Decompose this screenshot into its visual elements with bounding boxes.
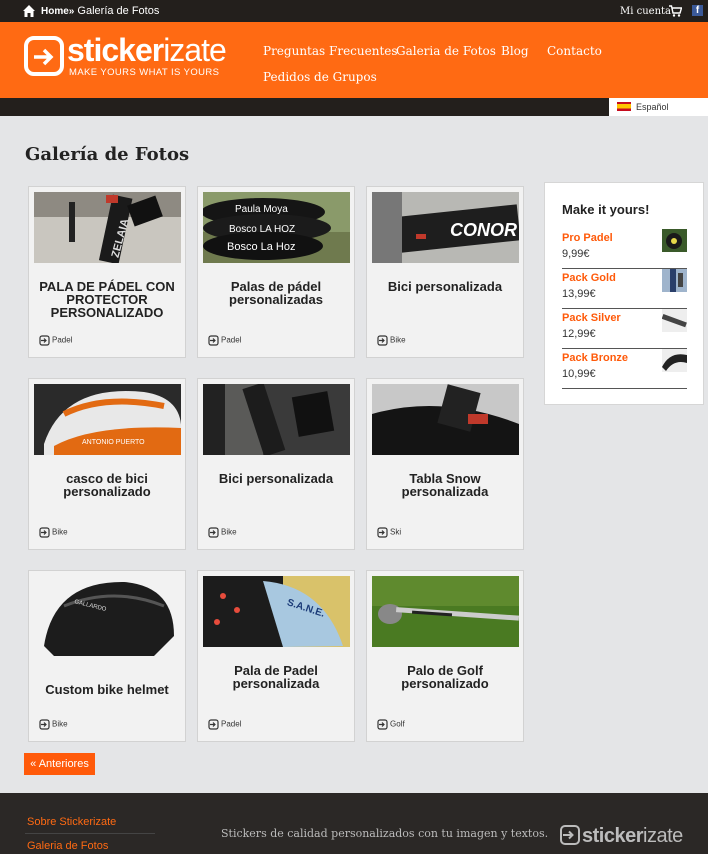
gallery-thumbnail[interactable]: ZELAIA: [34, 192, 181, 263]
cart-icon[interactable]: [669, 5, 682, 17]
gallery-card[interactable]: Paula Moya Bosco LA HOZ Bosco La Hoz Pal…: [197, 186, 355, 358]
gallery-thumbnail[interactable]: Paula Moya Bosco LA HOZ Bosco La Hoz: [203, 192, 350, 263]
nav-galeria-de-fotos[interactable]: Galeria de Fotos: [396, 44, 496, 58]
thumb-text: Bosco LA HOZ: [229, 224, 295, 235]
gallery-card-title[interactable]: casco de bici personalizado: [33, 472, 181, 498]
category-icon: [39, 719, 50, 730]
product-name[interactable]: Pack Bronze: [562, 352, 628, 364]
gallery-card-category[interactable]: Bike: [39, 527, 68, 538]
product-name[interactable]: Pack Silver: [562, 312, 621, 324]
gallery-thumbnail[interactable]: ANTONIO PUERTO: [34, 384, 181, 455]
gallery-thumbnail[interactable]: GALLARDO: [34, 576, 181, 666]
category-icon: [208, 335, 219, 346]
thumb-text: CONOR: [450, 220, 517, 240]
widget-title: Make it yours!: [562, 202, 650, 217]
gallery-card[interactable]: GALLARDO Custom bike helmet Bike: [28, 570, 186, 742]
product-thumbnail[interactable]: [662, 309, 687, 332]
gallery-card[interactable]: Palo de Golf personalizado Golf: [366, 570, 524, 742]
breadcrumb: Home» Galería de Fotos: [41, 5, 159, 17]
home-icon[interactable]: [23, 5, 35, 17]
logo-text: stickerizate: [67, 32, 227, 68]
thumb-text: Bosco La Hoz: [227, 241, 295, 253]
language-label: Español: [636, 102, 669, 112]
gallery-thumbnail[interactable]: [203, 384, 350, 455]
gallery-card[interactable]: Tabla Snow personalizada Ski: [366, 378, 524, 550]
footer-logo-mark-icon: [560, 825, 580, 845]
top-bar: Home» Galería de Fotos Mi cuenta f: [0, 0, 708, 22]
breadcrumb-current: Galería de Fotos: [77, 5, 160, 17]
my-account-link[interactable]: Mi cuenta: [620, 6, 671, 17]
gallery-card-title[interactable]: Bici personalizada: [202, 472, 350, 485]
gallery-card-category[interactable]: Padel: [208, 719, 241, 730]
category-icon: [208, 527, 219, 538]
gallery-card-title[interactable]: Palas de pádel personalizadas: [202, 280, 350, 306]
site-header: stickerizate MAKE YOURS WHAT IS YOURS Pr…: [0, 22, 708, 98]
logo-tagline: MAKE YOURS WHAT IS YOURS: [69, 67, 220, 78]
footer-link-galeria[interactable]: Galeria de Fotos: [27, 840, 108, 852]
gallery-card-category[interactable]: Padel: [39, 335, 72, 346]
nav-contacto[interactable]: Contacto: [547, 44, 602, 58]
breadcrumb-home-link[interactable]: Home»: [41, 6, 74, 17]
site-footer: Sobre Stickerizate Galeria de Fotos Stic…: [0, 793, 708, 854]
gallery-card-category[interactable]: Padel: [208, 335, 241, 346]
gallery-card[interactable]: Bici personalizada Bike: [197, 378, 355, 550]
category-icon: [377, 335, 388, 346]
gallery-card-title[interactable]: Custom bike helmet: [33, 683, 181, 696]
language-selector[interactable]: Español: [609, 98, 708, 116]
gallery-thumbnail[interactable]: S.A.N.E.: [203, 576, 350, 647]
gallery-card-title[interactable]: Bici personalizada: [371, 280, 519, 293]
product-thumbnail[interactable]: [662, 269, 687, 292]
gallery-card-category[interactable]: Bike: [39, 719, 68, 730]
spain-flag-icon: [617, 102, 631, 111]
product-name[interactable]: Pro Padel: [562, 232, 613, 244]
make-it-yours-widget: Make it yours! Pro Padel 9,99€ Pack Gold…: [544, 182, 704, 405]
nav-preguntas-frecuentes[interactable]: Preguntas Frecuentes: [263, 44, 398, 58]
footer-divider: [25, 833, 155, 834]
gallery-card[interactable]: ANTONIO PUERTO casco de bici personaliza…: [28, 378, 186, 550]
gallery-card[interactable]: CONOR Bici personalizada Bike: [366, 186, 524, 358]
page-title: Galería de Fotos: [25, 144, 190, 165]
product-thumbnail[interactable]: [662, 229, 687, 252]
facebook-icon[interactable]: f: [692, 5, 703, 16]
gallery-card[interactable]: ZELAIA PALA DE PÁDEL CON PROTECTOR PERSO…: [28, 186, 186, 358]
gallery-card-title[interactable]: Tabla Snow personalizada: [371, 472, 519, 498]
gallery-card[interactable]: S.A.N.E. Pala de Padel personalizada Pad…: [197, 570, 355, 742]
gallery-card-title[interactable]: PALA DE PÁDEL CON PROTECTOR PERSONALIZAD…: [33, 280, 181, 319]
product-item[interactable]: Pack Gold 13,99€: [562, 269, 687, 309]
site-logo[interactable]: stickerizate MAKE YOURS WHAT IS YOURS: [24, 32, 234, 80]
product-item[interactable]: Pro Padel 9,99€: [562, 229, 687, 269]
footer-tagline: Stickers de calidad personalizados con t…: [221, 827, 549, 840]
nav-blog[interactable]: Blog: [501, 44, 529, 58]
gallery-card-category[interactable]: Bike: [208, 527, 237, 538]
category-icon: [377, 527, 388, 538]
category-icon: [39, 335, 50, 346]
product-thumbnail[interactable]: [662, 349, 687, 372]
product-price: 10,99€: [562, 368, 596, 380]
gallery-thumbnail[interactable]: [372, 384, 519, 455]
gallery-thumbnail[interactable]: [372, 576, 519, 647]
gallery-card-category[interactable]: Ski: [377, 527, 401, 538]
nav-pedidos-de-grupos[interactable]: Pedidos de Grupos: [263, 70, 377, 84]
language-bar: Español: [0, 98, 708, 116]
product-price: 12,99€: [562, 328, 596, 340]
category-icon: [377, 719, 388, 730]
product-name[interactable]: Pack Gold: [562, 272, 616, 284]
product-item[interactable]: Pack Bronze 10,99€: [562, 349, 687, 389]
logo-mark-icon: [24, 36, 64, 76]
product-price: 13,99€: [562, 288, 596, 300]
category-icon: [208, 719, 219, 730]
product-price: 9,99€: [562, 248, 590, 260]
thumb-text: ANTONIO PUERTO: [82, 439, 145, 446]
product-item[interactable]: Pack Silver 12,99€: [562, 309, 687, 349]
gallery-card-title[interactable]: Pala de Padel personalizada: [202, 664, 350, 690]
footer-link-sobre[interactable]: Sobre Stickerizate: [27, 816, 116, 828]
category-icon: [39, 527, 50, 538]
older-posts-button[interactable]: « Anteriores: [24, 753, 95, 775]
gallery-card-title[interactable]: Palo de Golf personalizado: [371, 664, 519, 690]
gallery-card-category[interactable]: Bike: [377, 335, 406, 346]
thumb-text: Paula Moya: [235, 204, 288, 215]
gallery-thumbnail[interactable]: CONOR: [372, 192, 519, 263]
footer-logo[interactable]: stickerizate: [560, 825, 683, 848]
gallery-card-category[interactable]: Golf: [377, 719, 405, 730]
